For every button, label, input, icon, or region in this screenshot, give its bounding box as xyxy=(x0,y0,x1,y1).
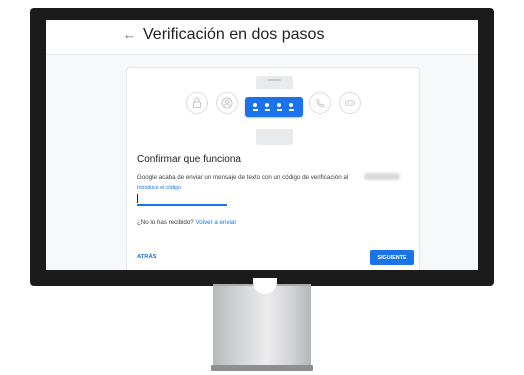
resend-link[interactable]: Volver a enviar xyxy=(195,219,236,226)
monitor: ← Verificación en dos pasos Confirmar qu… xyxy=(30,8,494,286)
resend-text: ¿No lo has recibido? xyxy=(137,219,194,226)
stand-foot xyxy=(211,365,313,371)
top-bar: ← Verificación en dos pasos xyxy=(46,20,478,55)
next-button[interactable]: SIGUIENTE xyxy=(370,250,414,265)
back-button[interactable]: ATRÁS xyxy=(137,254,157,260)
back-arrow-icon[interactable]: ← xyxy=(123,27,136,42)
key-icon xyxy=(339,92,361,114)
code-field-label: Introduce el código xyxy=(137,185,181,191)
card-description: Google acaba de enviar un mensaje de tex… xyxy=(137,174,349,181)
sms-code-bubble xyxy=(245,97,303,117)
lock-icon xyxy=(186,92,208,114)
phone-speaker xyxy=(268,79,281,81)
phone-icon xyxy=(309,92,331,114)
monitor-stand xyxy=(213,286,311,367)
redacted-phone-number xyxy=(364,173,400,180)
code-input[interactable] xyxy=(137,194,138,203)
person-icon xyxy=(216,92,238,114)
screen: ← Verificación en dos pasos Confirmar qu… xyxy=(46,20,478,270)
code-input-underline xyxy=(137,204,227,206)
resend-row: ¿No lo has recibido? Volver a enviar xyxy=(137,219,236,226)
card-heading: Confirmar que funciona xyxy=(137,154,241,165)
page-title: Verificación en dos pasos xyxy=(143,26,325,43)
verification-card: Confirmar que funciona Google acaba de e… xyxy=(126,67,420,270)
